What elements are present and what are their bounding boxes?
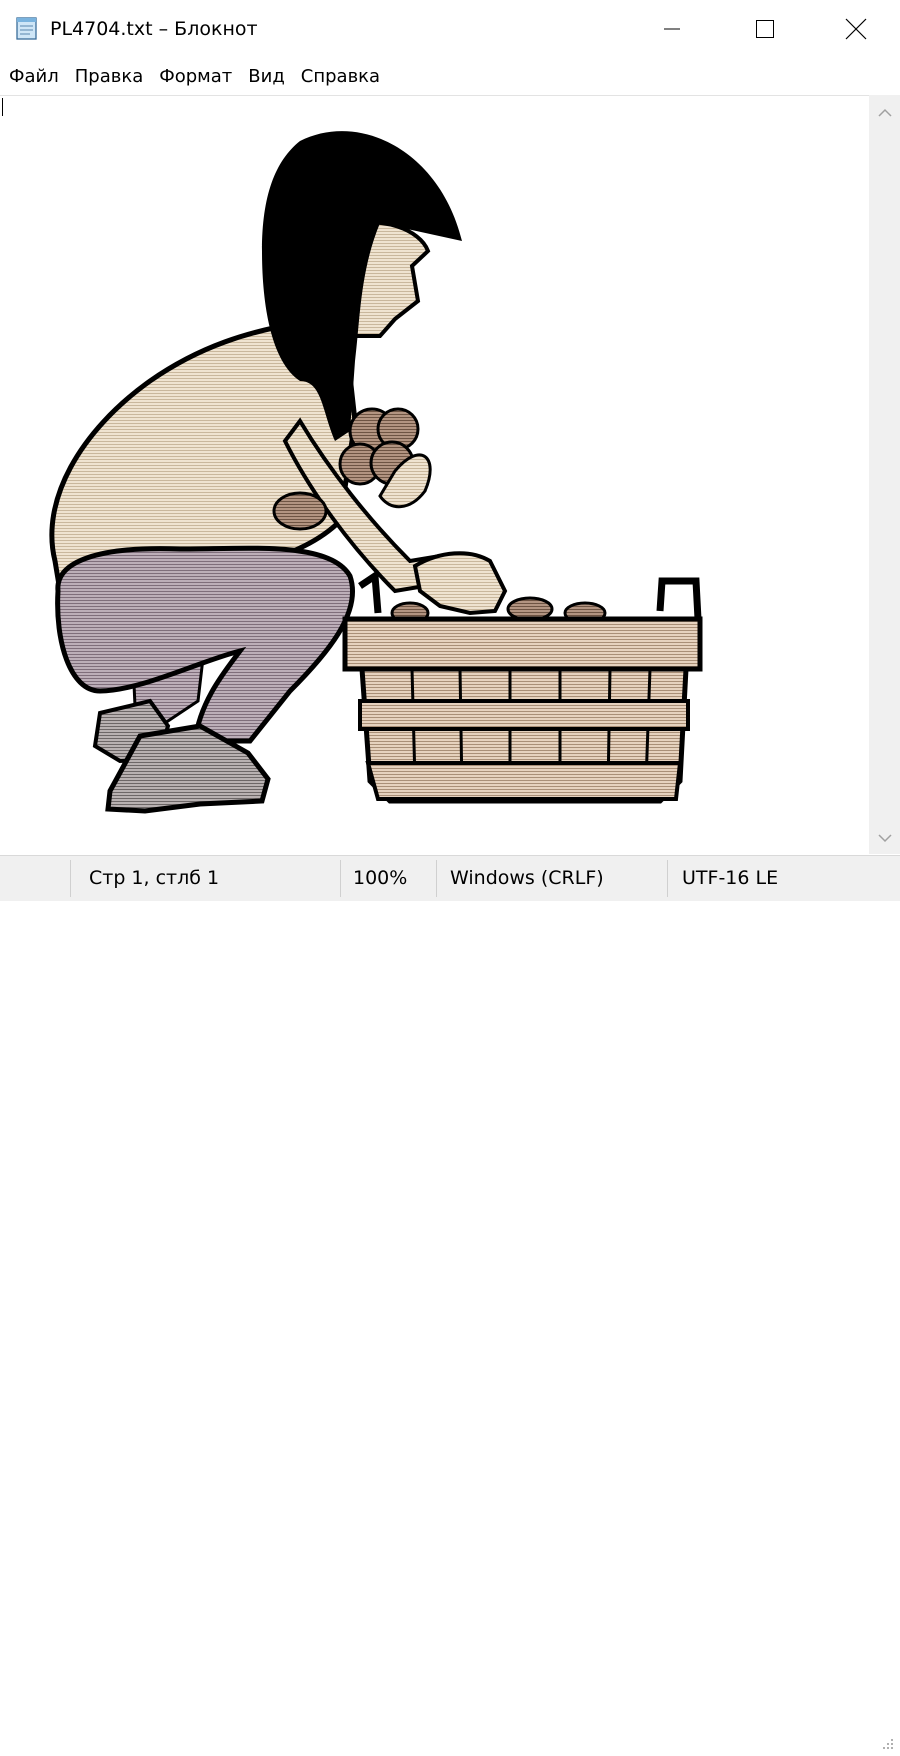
encoding: UTF-16 LE: [682, 867, 779, 889]
chevron-up-icon: [877, 103, 892, 122]
chevron-down-icon: [877, 828, 892, 847]
maximize-button[interactable]: [719, 0, 811, 58]
scroll-down-button[interactable]: [869, 820, 900, 854]
status-divider: [340, 860, 341, 897]
menu-format[interactable]: Формат: [151, 62, 240, 92]
basket: [342, 569, 703, 804]
minimize-icon: [662, 19, 682, 39]
menu-file[interactable]: Файл: [0, 62, 67, 92]
line-ending: Windows (CRLF): [450, 867, 604, 889]
front-leg: [55, 545, 356, 814]
vertical-scrollbar[interactable]: [869, 95, 900, 854]
menu-view[interactable]: Вид: [240, 62, 293, 92]
status-divider: [436, 860, 437, 897]
status-bar: Стр 1, стлб 1 100% Windows (CRLF) UTF-16…: [0, 855, 900, 1749]
menu-edit[interactable]: Правка: [67, 62, 152, 92]
menu-help[interactable]: Справка: [293, 62, 388, 92]
window-title: PL4704.txt – Блокнот: [50, 18, 258, 40]
close-button[interactable]: [810, 0, 900, 58]
menu-bar: Файл Правка Формат Вид Справка: [0, 62, 388, 92]
resize-grip-icon[interactable]: [876, 1734, 896, 1752]
text-editor[interactable]: [0, 95, 869, 855]
minimize-button[interactable]: [626, 0, 718, 58]
status-divider: [667, 860, 668, 897]
title-bar[interactable]: PL4704.txt – Блокнот: [0, 0, 900, 58]
status-divider: [70, 860, 71, 897]
notepad-icon: [14, 15, 40, 41]
ascii-art-illustration: [49, 131, 703, 814]
maximize-icon: [755, 19, 775, 39]
zoom-level: 100%: [353, 867, 408, 889]
close-icon: [845, 18, 867, 40]
scroll-up-button[interactable]: [869, 95, 900, 129]
cursor-position: Стр 1, стлб 1: [89, 867, 220, 889]
